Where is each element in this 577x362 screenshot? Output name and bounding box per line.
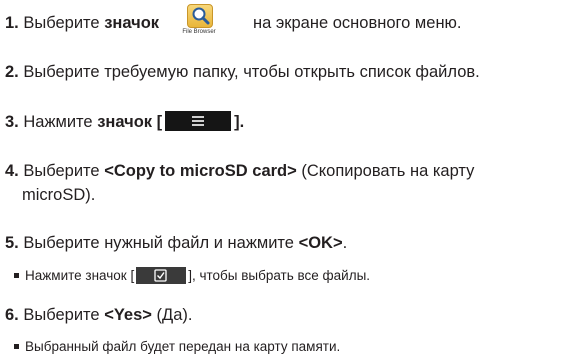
sub-text: Нажмите значок [ xyxy=(25,268,135,283)
step-number: 5. xyxy=(5,234,19,252)
step-text: Выберите требуемую папку, чтобы открыть … xyxy=(23,63,480,81)
bullet-icon xyxy=(14,343,19,349)
step-6: 6. Выберите <Yes> (Да). xyxy=(5,304,192,326)
step-bold-text: <Yes> xyxy=(104,306,152,324)
hamburger-icon xyxy=(192,115,205,126)
step-bold-text: значок xyxy=(104,14,160,32)
step-text: на экране основного меню. xyxy=(253,14,462,32)
step-3: 3. Нажмите значок []. xyxy=(5,110,245,133)
file-browser-icon: File Browser xyxy=(179,4,219,40)
instruction-document: 1. Выберите значок File Browser на экран… xyxy=(0,0,577,362)
magnifier-icon xyxy=(192,7,210,25)
step-number: 6. xyxy=(5,306,19,324)
step-text: Выберите нужный файл и нажмите xyxy=(23,234,299,252)
check-square-icon xyxy=(154,269,167,282)
bullet-icon xyxy=(14,272,19,278)
step-1-continuation: на экране основного меню. xyxy=(253,12,462,34)
step-5: 5. Выберите нужный файл и нажмите <OK>. xyxy=(5,232,347,254)
step-number: 1. xyxy=(5,14,19,32)
step-4: 4. Выберите <Copy to microSD card> (Скоп… xyxy=(5,160,474,182)
step-number: 2. xyxy=(5,63,19,81)
step-bold-text: ]. xyxy=(234,113,245,131)
step-text: (Скопировать на карту xyxy=(296,162,475,180)
step-text: Нажмите xyxy=(23,113,98,131)
step-text: Выберите xyxy=(23,306,105,324)
step-1: 1. Выберите значок xyxy=(5,12,159,34)
step-bold-text: значок [ xyxy=(97,113,163,131)
step-text: microSD). xyxy=(22,186,96,204)
menu-icon xyxy=(165,110,232,131)
step-bold-text: <OK> xyxy=(298,234,343,252)
step-4-line-2: microSD). xyxy=(22,184,95,206)
step-number: 4. xyxy=(5,162,19,180)
step-text: . xyxy=(342,234,348,252)
file-browser-tile xyxy=(187,4,213,28)
step-number: 3. xyxy=(5,113,19,131)
step-text: (Да). xyxy=(151,306,193,324)
step-text: Выберите xyxy=(23,14,105,32)
icon-caption: File Browser xyxy=(182,29,216,35)
sub-note-1: Нажмите значок [ ], чтобы выбрать все фай… xyxy=(14,266,371,285)
step-2: 2. Выберите требуемую папку, чтобы откры… xyxy=(5,61,480,83)
sub-note-2: Выбранный файл будет передан на карту па… xyxy=(14,338,340,356)
checkbox-icon xyxy=(136,266,187,284)
step-bold-text: <Copy to microSD card> xyxy=(104,162,297,180)
sub-text: ], чтобы выбрать все файлы. xyxy=(188,268,371,283)
step-text: Выберите xyxy=(23,162,105,180)
sub-text: Выбранный файл будет передан на карту па… xyxy=(25,339,341,354)
